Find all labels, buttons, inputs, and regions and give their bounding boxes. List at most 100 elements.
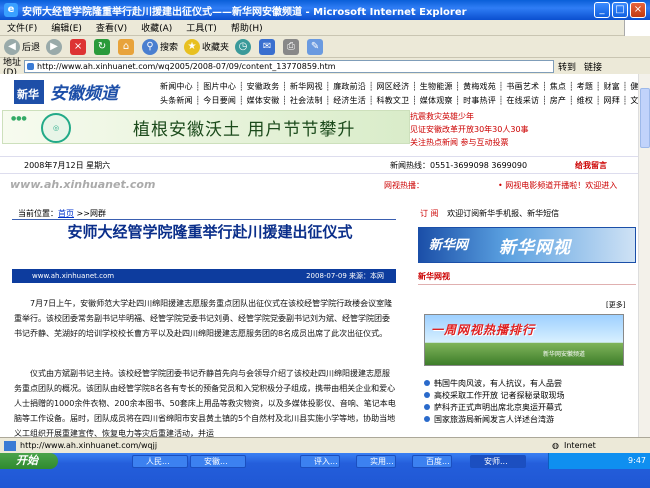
xinhua-anhui-logo: 新华 安徽频道 xyxy=(14,80,121,104)
china-mobile-logo: ◎ xyxy=(41,113,71,143)
more-link[interactable]: [更多] xyxy=(606,300,625,310)
address-input[interactable]: http://www.ah.xinhuanet.com/wq2005/2008-… xyxy=(24,59,554,73)
article-meta: www.ah.xinhuanet.com 2008-07-09 来源：本网 xyxy=(12,269,396,283)
task-button[interactable]: 人民... xyxy=(132,455,188,468)
list-item[interactable]: 高校采取工作开放 记者探秘录取现场 xyxy=(424,390,634,402)
history-button[interactable]: ◷ xyxy=(235,38,253,55)
back-button[interactable]: ◀ 后退 xyxy=(4,38,40,55)
list-item[interactable]: 韩国牛肉风波，有人抗议，有人品尝 xyxy=(424,378,634,390)
top-navigation: 新闻中心 ┊ 图片中心 ┊ 安徽政务 ┊ 新华网视 ┊ 廉政前沿 ┊ 网区经济 … xyxy=(160,80,638,108)
olympic-emblem-icon: ●●● xyxy=(11,115,27,122)
back-arrow-icon: ◀ xyxy=(4,38,20,55)
breadcrumb: 当前位置：首页 >>网群 xyxy=(18,209,106,218)
edit-button[interactable]: ✎ xyxy=(307,38,325,55)
subscribe-links: 订 阅 欢迎订阅新华手机报、新华短信 xyxy=(420,208,559,219)
refresh-button[interactable]: ↻ xyxy=(94,38,112,55)
page-content: 新华 安徽频道 新闻中心 ┊ 图片中心 ┊ 安徽政务 ┊ 新华网视 ┊ 廉政前沿… xyxy=(0,74,638,437)
side-headline[interactable]: 见证安徽改革开放30年30人30事 xyxy=(410,123,638,136)
links-button[interactable]: 链接 xyxy=(584,60,602,73)
list-item[interactable]: 萨科齐正式声明出席北京奥运开幕式 xyxy=(424,402,634,414)
start-button[interactable]: 开始 xyxy=(0,453,58,469)
ie-icon: e xyxy=(4,3,18,17)
ad-banner[interactable]: ●●● ◎ 植根安徽沃土 用户节节攀升 xyxy=(2,110,410,144)
home-icon: ⌂ xyxy=(118,38,135,55)
article-paragraph: 仪式由方斌副书记主持。该校经管学院团委书记乔静首先向与会领导介绍了该校赴四川绵阳… xyxy=(14,369,396,437)
home-button[interactable]: ⌂ xyxy=(118,38,136,55)
minimize-button[interactable]: _ xyxy=(594,2,610,18)
edit-icon: ✎ xyxy=(307,38,324,55)
menu-help[interactable]: 帮助(H) xyxy=(224,21,270,34)
search-button[interactable]: ⚲ 搜索 xyxy=(142,38,178,55)
breadcrumb-home[interactable]: 首页 xyxy=(58,209,74,218)
search-icon: ⚲ xyxy=(142,38,159,55)
mail-icon: ✉ xyxy=(259,38,276,55)
history-icon: ◷ xyxy=(235,38,252,55)
stop-button[interactable]: × xyxy=(70,38,88,55)
weekly-ranking-promo[interactable]: 一周网视热播排行 新华网安徽频道 xyxy=(424,314,624,366)
clock: 9:47 xyxy=(628,456,646,465)
news-hotline: 新闻热线：0551-3699098 3699090 xyxy=(390,161,528,170)
subscribe-label[interactable]: 订 阅 xyxy=(420,209,439,218)
menu-file[interactable]: 文件(F) xyxy=(0,21,44,34)
favorites-button[interactable]: ★ 收藏夹 xyxy=(184,38,229,55)
maximize-button[interactable]: □ xyxy=(612,2,628,18)
status-bar: http://www.ah.xinhuanet.com/wqjj ◍ Inter… xyxy=(0,437,650,453)
task-button[interactable]: 实用... xyxy=(356,455,396,468)
date-line: 2008年7月12日 星期六 新闻热线：0551-3699098 3699090… xyxy=(0,156,638,174)
site-url-watermark: www.ah.xinhuanet.com xyxy=(10,178,156,191)
forward-arrow-icon: ▶ xyxy=(46,38,63,55)
hot-label: 网视热播： xyxy=(384,181,424,190)
stop-icon: × xyxy=(70,38,87,55)
task-button[interactable]: 百度... xyxy=(412,455,452,468)
article-title: 安师大经管学院隆重举行赴川援建出征仪式 xyxy=(67,223,353,241)
banner-text: 植根安徽沃土 用户节节攀升 xyxy=(133,120,356,140)
svg-text:新华: 新华 xyxy=(17,87,39,101)
nav-row-2[interactable]: 头条新闻 ┊ 今日要闻 ┊ 媒体安徽 ┊ 社会法制 ┊ 经济生活 ┊ 科教文卫 … xyxy=(160,94,638,108)
menu-view[interactable]: 查看(V) xyxy=(89,21,134,34)
subscribe-text[interactable]: 欢迎订阅新华手机报、新华短信 xyxy=(447,209,559,218)
forward-button[interactable]: ▶ xyxy=(46,38,64,55)
task-button-active[interactable]: 安师... xyxy=(470,455,526,468)
svg-text:安徽频道: 安徽频道 xyxy=(50,84,121,104)
divider xyxy=(12,219,396,220)
title-bar: e 安师大经管学院隆重举行赴川援建出征仪式——新华网安徽频道 - Microso… xyxy=(0,0,650,20)
xinhua-logo: 新华网 xyxy=(429,238,469,253)
address-bar: 地址(D) http://www.ah.xinhuanet.com/wq2005… xyxy=(0,58,650,78)
xinhua-tv-text: 新华网视 xyxy=(499,238,571,258)
promo-subtitle: 新华网安徽频道 xyxy=(543,351,586,358)
nav-row-1[interactable]: 新闻中心 ┊ 图片中心 ┊ 安徽政务 ┊ 新华网视 ┊ 廉政前沿 ┊ 网区经济 … xyxy=(160,80,638,94)
task-button[interactable]: 评入... xyxy=(300,455,340,468)
mail-button[interactable]: ✉ xyxy=(259,38,277,55)
print-icon: ⎙ xyxy=(283,38,300,55)
menu-bar: 文件(F) 编辑(E) 查看(V) 收藏(A) 工具(T) 帮助(H) xyxy=(0,20,650,36)
meta-site: www.ah.xinhuanet.com xyxy=(32,272,115,280)
meta-date-source: 2008-07-09 来源：本网 xyxy=(306,272,384,280)
window-title: 安师大经管学院隆重举行赴川援建出征仪式——新华网安徽频道 - Microsoft… xyxy=(22,6,467,18)
toolbar: ◀ 后退 ▶ × ↻ ⌂ ⚲ 搜索 ★ 收藏夹 ◷ ✉ ⎙ ✎ xyxy=(0,36,650,58)
article-paragraph: 7月7日上午，安徽师范大学赴四川绵阳援建志愿服务重点团队出征仪式在该校经管学院行… xyxy=(14,299,393,338)
close-button[interactable]: × xyxy=(630,2,646,18)
menu-tools[interactable]: 工具(T) xyxy=(179,21,224,34)
menu-favorites[interactable]: 收藏(A) xyxy=(134,21,179,34)
system-tray: 9:47 xyxy=(548,453,650,469)
task-button[interactable]: 安徽... xyxy=(190,455,246,468)
go-button[interactable]: 转到 xyxy=(558,60,576,73)
refresh-icon: ↻ xyxy=(94,38,111,55)
hot-item-link[interactable]: • 网视电影频道开播啦！欢迎进入 xyxy=(498,180,617,191)
list-item[interactable]: 国家旅游局新闻发言人详述台湾游 xyxy=(424,414,634,426)
status-url: http://www.ah.xinhuanet.com/wqjj xyxy=(20,441,158,450)
print-button[interactable]: ⎙ xyxy=(283,38,301,55)
xinhua-tv-banner[interactable]: 新华网 新华网视 xyxy=(418,227,636,263)
windows-logo-icon xyxy=(624,20,650,36)
menu-edit[interactable]: 编辑(E) xyxy=(44,21,89,34)
scroll-thumb[interactable] xyxy=(640,88,650,148)
vertical-scrollbar[interactable] xyxy=(638,74,650,437)
side-headline[interactable]: 抗震救灾英雄少年 xyxy=(410,110,638,123)
side-headlines: 抗震救灾英雄少年 见证安徽改革开放30年30人30事 关注热点新闻 参与互动投票 xyxy=(410,110,638,149)
star-icon: ★ xyxy=(184,38,201,55)
video-list: 韩国牛肉风波，有人抗议，有人品尝 高校采取工作开放 记者探秘录取现场 萨科齐正式… xyxy=(424,378,634,426)
feedback-link[interactable]: 给我留言 xyxy=(575,157,607,175)
current-date: 2008年7月12日 星期六 xyxy=(24,161,111,170)
side-headline[interactable]: 关注热点新闻 参与互动投票 xyxy=(410,136,638,149)
panel-title: 新华网视 xyxy=(418,271,636,285)
